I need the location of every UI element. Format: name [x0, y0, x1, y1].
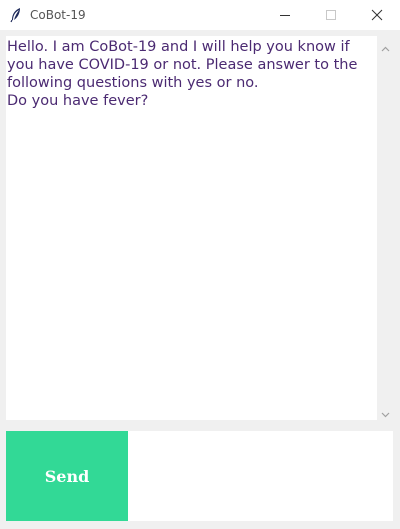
chevron-down-icon	[381, 403, 390, 422]
scroll-up-button[interactable]	[377, 38, 393, 54]
chat-scrollbar[interactable]	[377, 36, 393, 420]
app-window: CoBot-19 Hello. I am CoBot-19 and I will…	[0, 0, 400, 529]
minimize-icon	[279, 6, 291, 25]
send-button[interactable]: Send	[6, 431, 128, 521]
message-input[interactable]	[128, 431, 393, 521]
window-title: CoBot-19	[30, 8, 86, 22]
chat-log-text: Hello. I am CoBot-19 and I will help you…	[7, 39, 358, 109]
close-icon	[371, 6, 383, 25]
maximize-button[interactable]	[308, 0, 354, 30]
title-bar[interactable]: CoBot-19	[0, 0, 400, 30]
close-button[interactable]	[354, 0, 400, 30]
minimize-button[interactable]	[262, 0, 308, 30]
chat-log[interactable]: Hello. I am CoBot-19 and I will help you…	[6, 36, 377, 420]
chevron-up-icon	[381, 37, 390, 56]
scroll-down-button[interactable]	[377, 404, 393, 420]
feather-icon	[9, 7, 23, 23]
maximize-icon	[325, 6, 337, 25]
